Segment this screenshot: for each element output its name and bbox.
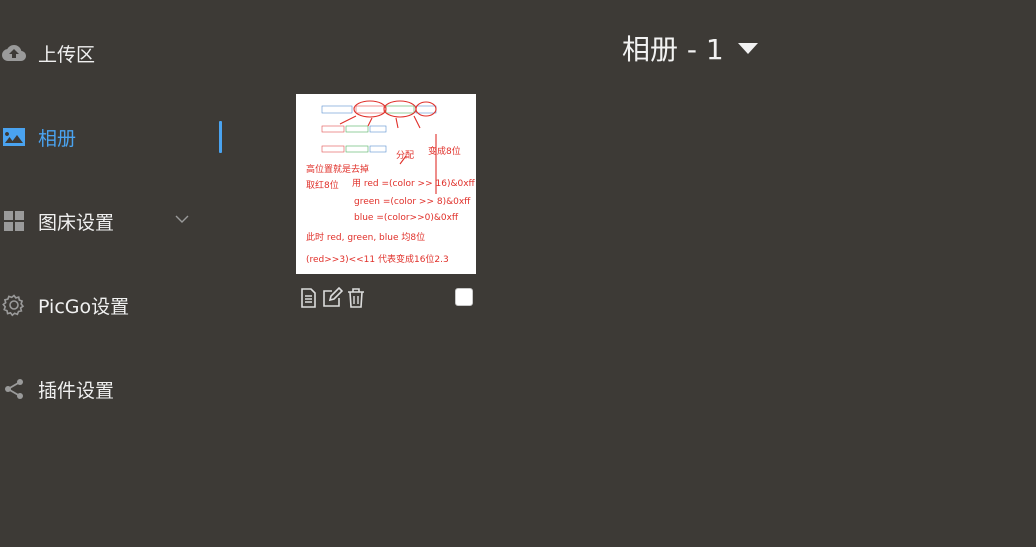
- svg-text:(red>>3)<<11 代表变成16位2.3: (red>>3)<<11 代表变成16位2.3: [306, 253, 449, 265]
- svg-text:分配: 分配: [396, 150, 414, 161]
- sidebar-item-label: 相册: [38, 127, 77, 150]
- edit-icon[interactable]: [320, 286, 344, 310]
- svg-text:blue =(color>>0)&0xff: blue =(color>>0)&0xff: [354, 213, 459, 223]
- active-indicator: [219, 121, 222, 153]
- delete-icon[interactable]: [344, 286, 368, 310]
- grid-icon: [2, 209, 26, 233]
- svg-text:green =(color >> 8)&0xff: green =(color >> 8)&0xff: [354, 197, 471, 207]
- sidebar-item-upload[interactable]: 上传区: [0, 25, 222, 81]
- sidebar-item-label: PicGo设置: [38, 295, 130, 318]
- svg-text:高位置就是去掉: 高位置就是去掉: [306, 163, 369, 175]
- sidebar-item-picgo-settings[interactable]: PicGo设置: [0, 277, 222, 333]
- sidebar-item-plugin-settings[interactable]: 插件设置: [0, 361, 222, 417]
- gallery-title-dropdown[interactable]: 相册 - 1: [622, 28, 758, 68]
- image-thumbnail[interactable]: 高位置就是去掉 取红8位 用 red =(color >> 16)&0xff g…: [296, 94, 476, 274]
- sidebar-item-label: 图床设置: [38, 211, 115, 234]
- copy-link-icon[interactable]: [296, 286, 320, 310]
- image-icon: [2, 125, 26, 149]
- sidebar: 上传区 相册 图床设置 PicGo设置 插件设置: [0, 0, 222, 547]
- select-checkbox[interactable]: [455, 288, 473, 306]
- chevron-down-icon[interactable]: [174, 211, 190, 227]
- share-icon: [2, 377, 26, 401]
- image-actions: [296, 286, 476, 312]
- sidebar-item-picbed-settings[interactable]: 图床设置: [0, 193, 222, 249]
- sidebar-item-label: 上传区: [38, 43, 96, 66]
- cloud-upload-icon: [2, 41, 26, 65]
- sidebar-item-label: 插件设置: [38, 379, 115, 402]
- image-card: 高位置就是去掉 取红8位 用 red =(color >> 16)&0xff g…: [296, 94, 476, 314]
- caret-down-icon: [737, 42, 758, 54]
- gear-icon: [2, 293, 26, 317]
- svg-text:变成8位: 变成8位: [428, 145, 461, 157]
- sidebar-item-gallery[interactable]: 相册: [0, 109, 222, 165]
- svg-text:取红8位: 取红8位: [306, 179, 339, 191]
- svg-text:用 red =(color >> 16)&0xff: 用 red =(color >> 16)&0xff: [352, 178, 476, 189]
- picgo-app: 上传区 相册 图床设置 PicGo设置 插件设置 相册 - 1 高位置就是去掉 …: [0, 0, 1036, 547]
- page-title: 相册 - 1: [622, 33, 724, 66]
- svg-text:此时 red, green, blue 均8位: 此时 red, green, blue 均8位: [306, 231, 425, 243]
